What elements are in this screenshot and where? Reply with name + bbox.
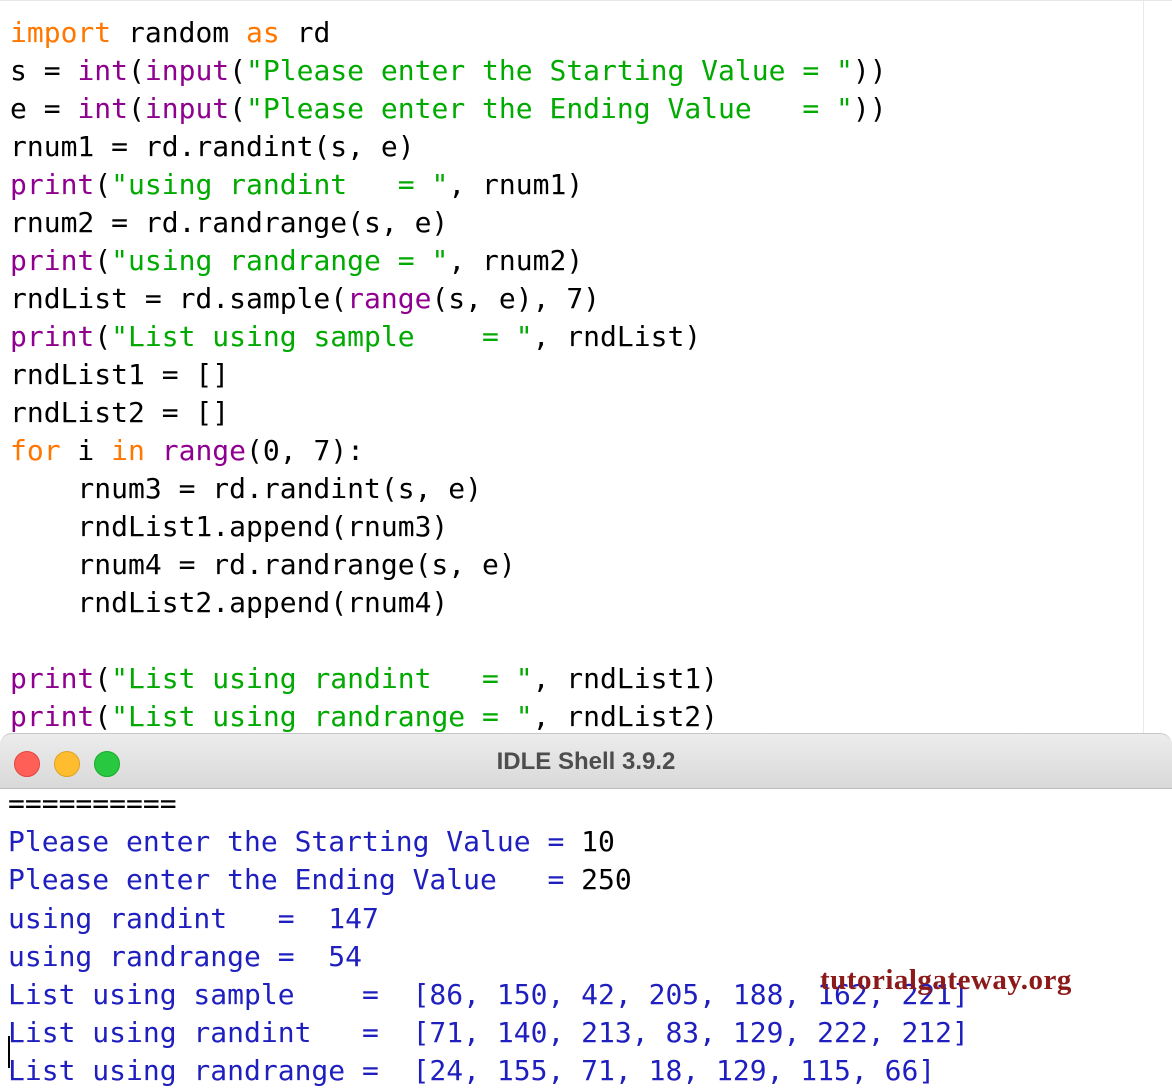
editor-scroll-edge: [1143, 1, 1144, 733]
code-token: random: [111, 16, 247, 49]
shell-output[interactable]: ========== Please enter the Starting Valu…: [0, 787, 1172, 1090]
code-token: "List using randrange = ": [111, 700, 533, 733]
code-line: rndList1 = []: [10, 356, 229, 394]
code-token: i: [60, 434, 112, 467]
code-token: rndList2.append(rnum4): [10, 586, 449, 619]
code-token: )): [852, 54, 887, 87]
shell-token: List using randint = [71, 140, 213, 83, …: [8, 1016, 969, 1050]
code-token: , rndList): [532, 320, 702, 353]
code-token: rndList = rd.sample(: [10, 282, 348, 315]
shell-line: List using randint = [71, 140, 213, 83, …: [8, 1014, 969, 1052]
shell-line: using randint = 147: [8, 900, 379, 938]
shell-token: Please enter the Starting Value =: [8, 825, 582, 859]
shell-token: using randrange = 54: [8, 939, 363, 973]
code-line: s = int(input("Please enter the Starting…: [10, 52, 887, 90]
code-line: print("List using sample = ", rndList): [10, 318, 701, 356]
code-token: input: [144, 92, 230, 125]
code-line: rndList1.append(rnum3): [10, 508, 448, 546]
code-token: print: [10, 662, 95, 695]
code-line: print("using randrange = ", rnum2): [10, 242, 583, 280]
code-token: (s, e), 7): [431, 282, 601, 315]
code-line: rnum2 = rd.randrange(s, e): [10, 204, 448, 242]
shell-title: IDLE Shell 3.9.2: [496, 748, 676, 775]
code-token: e =: [10, 92, 78, 125]
code-line: rndList2.append(rnum4): [10, 584, 448, 622]
code-line: for i in range(0, 7):: [10, 432, 364, 470]
code-token: rnum2 = rd.randrange(s, e): [10, 206, 449, 239]
code-token: print: [10, 320, 95, 353]
code-line: e = int(input("Please enter the Ending V…: [10, 90, 887, 128]
text-cursor: [8, 1036, 10, 1068]
code-token: , rnum1): [448, 168, 584, 201]
code-token: rnum4 = rd.randrange(s, e): [10, 548, 516, 581]
code-token: input: [144, 54, 230, 87]
code-line: print("List using randrange = ", rndList…: [10, 698, 718, 736]
shell-token: ==========: [8, 787, 177, 820]
code-token: range: [347, 282, 432, 315]
code-token: rndList1 = []: [10, 358, 230, 391]
code-token: (: [94, 320, 112, 353]
code-token: print: [10, 700, 95, 733]
watermark: tutorialgateway.org: [820, 964, 1072, 996]
shell-titlebar[interactable]: IDLE Shell 3.9.2: [0, 733, 1172, 789]
code-token: "using randint = ": [111, 168, 449, 201]
code-token: "using randrange = ": [111, 244, 449, 277]
code-line: rndList = rd.sample(range(s, e), 7): [10, 280, 600, 318]
code-token: (: [229, 54, 247, 87]
code-token: )): [852, 92, 887, 125]
code-token: , rnum2): [448, 244, 584, 277]
code-token: (0, 7):: [246, 434, 365, 467]
code-token: rd: [279, 16, 331, 49]
code-token: range: [161, 434, 247, 467]
code-token: (: [128, 92, 145, 125]
shell-token: 250: [581, 863, 632, 897]
shell-line: using randrange = 54: [8, 938, 362, 976]
code-token: rnum1 = rd.randint(s, e): [10, 130, 415, 163]
code-token: rnum3 = rd.randint(s, e): [10, 472, 483, 505]
code-token: (: [94, 662, 112, 695]
code-token: (: [94, 700, 112, 733]
code-token: "Please enter the Starting Value = ": [246, 54, 853, 87]
code-token: "List using sample = ": [111, 320, 533, 353]
code-token: print: [10, 244, 95, 277]
code-line: rnum3 = rd.randint(s, e): [10, 470, 482, 508]
code-token: int: [77, 54, 129, 87]
shell-line: Please enter the Ending Value = 250: [8, 861, 632, 899]
code-token: , rndList1): [532, 662, 719, 695]
shell-line: Please enter the Starting Value = 10: [8, 823, 615, 861]
code-token: (: [128, 54, 145, 87]
code-token: (: [94, 244, 112, 277]
code-token: import: [10, 16, 112, 49]
code-token: (: [229, 92, 247, 125]
shell-token: List using randrange = [24, 155, 71, 18,…: [8, 1054, 936, 1088]
code-token: "Please enter the Ending Value = ": [246, 92, 853, 125]
shell-token: Please enter the Ending Value =: [8, 863, 582, 897]
code-line: import random as rd: [10, 14, 330, 52]
code-token: for: [10, 434, 61, 467]
shell-token: using randint = 147: [8, 901, 379, 935]
code-token: in: [111, 434, 145, 467]
code-token: "List using randint = ": [111, 662, 533, 695]
code-token: print: [10, 168, 95, 201]
code-token: int: [77, 92, 129, 125]
code-line: print("List using randint = ", rndList1): [10, 660, 718, 698]
code-token: as: [246, 16, 280, 49]
code-token: , rndList2): [532, 700, 719, 733]
shell-line: ==========: [8, 785, 177, 823]
code-token: s =: [10, 54, 78, 87]
code-token: rndList1.append(rnum3): [10, 510, 449, 543]
code-token: rndList2 = []: [10, 396, 230, 429]
idle-shell-window[interactable]: IDLE Shell 3.9.2 ========== Please enter …: [0, 733, 1172, 1090]
code-line: print("using randint = ", rnum1): [10, 166, 583, 204]
shell-line: List using randrange = [24, 155, 71, 18,…: [8, 1052, 935, 1090]
code-line: rnum4 = rd.randrange(s, e): [10, 546, 516, 584]
code-token: (: [94, 168, 112, 201]
code-editor[interactable]: import random as rd s = int(input("Please…: [0, 0, 1172, 733]
code-line: rndList2 = []: [10, 394, 229, 432]
shell-token: 10: [581, 825, 615, 859]
code-line: rnum1 = rd.randint(s, e): [10, 128, 415, 166]
